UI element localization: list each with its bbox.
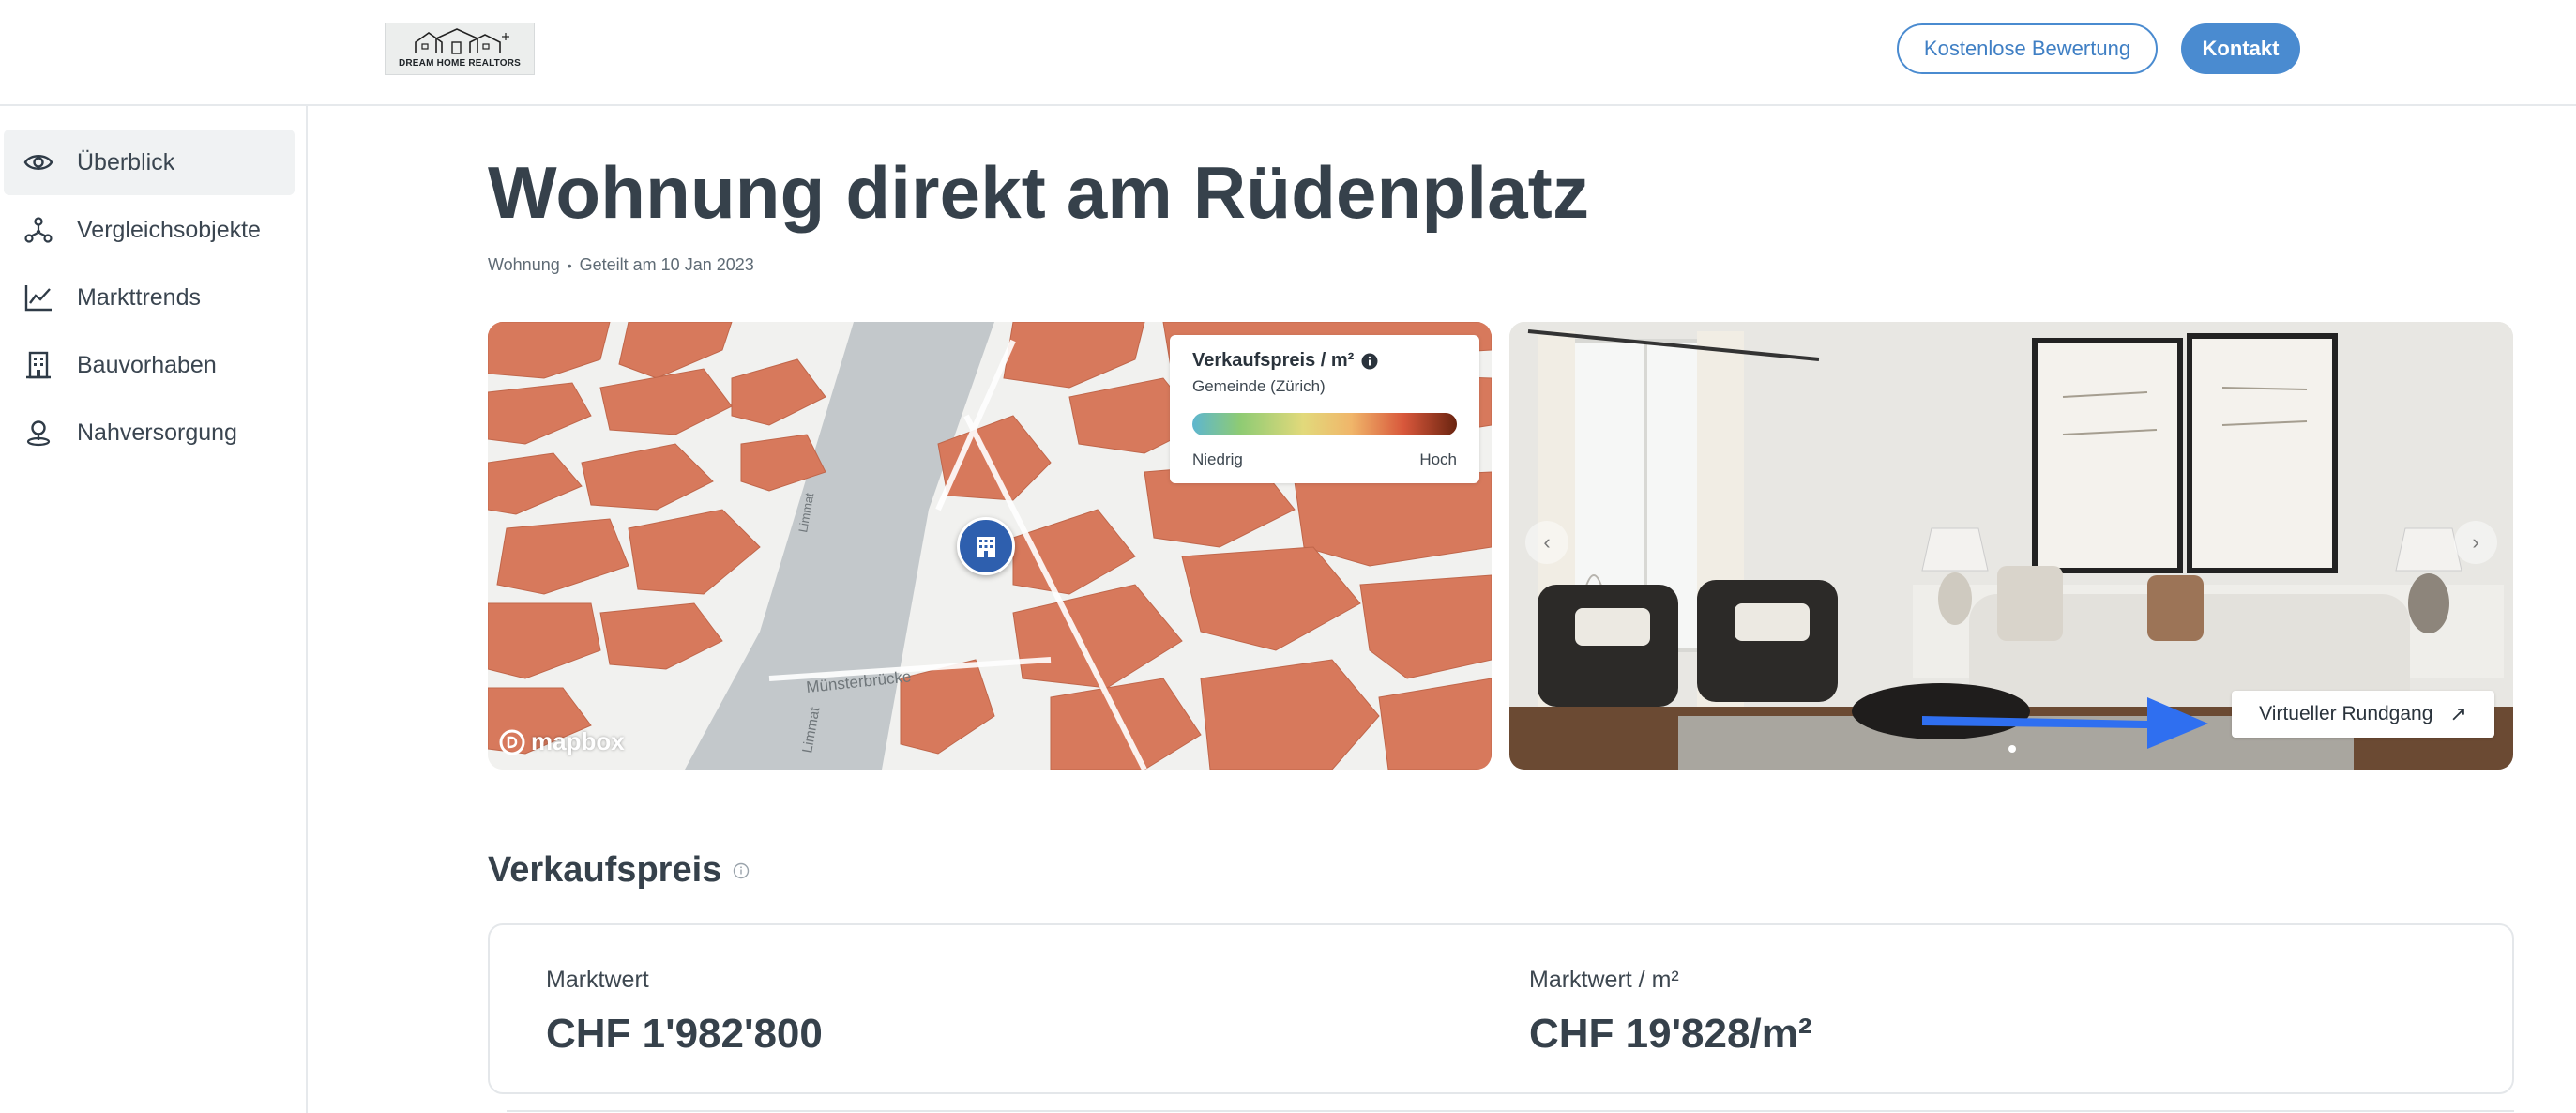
market-value-label: Marktwert [546, 967, 649, 993]
location-person-icon [21, 415, 56, 450]
sidebar-item-label: Vergleichsobjekte [77, 216, 261, 243]
section-title: Verkaufspreis [488, 850, 750, 891]
chevron-left-icon: ‹ [1543, 530, 1551, 554]
logo[interactable]: DREAM HOME REALTORS [385, 23, 535, 75]
divider [507, 1110, 2514, 1112]
photo-gallery[interactable]: ‹ › Virtueller Rundgang ↗ [1509, 322, 2513, 770]
price-card: Marktwert CHF 1'982'800 Marktwert / m² C… [488, 923, 2514, 1094]
property-pin[interactable] [957, 517, 1015, 575]
market-value-amount: CHF 1'982'800 [546, 1011, 823, 1057]
house-logo-icon [415, 28, 509, 54]
market-value: Marktwert CHF 1'982'800 [546, 967, 823, 1058]
legend-high: Hoch [1419, 450, 1457, 468]
top-header: DREAM HOME REALTORS Kostenlose Bewertung… [0, 0, 2576, 106]
attribution-text: mapbox [531, 727, 625, 755]
info-icon[interactable] [733, 862, 750, 879]
sidebar-item-label: Markttrends [77, 283, 201, 311]
chevron-right-icon: › [2472, 530, 2479, 554]
mapbox-attribution[interactable]: mapbox [499, 727, 625, 756]
sidebar-item-comparables[interactable]: Vergleichsobjekte [4, 197, 295, 263]
sidebar: Überblick Vergleichsobjekte Markttrends … [0, 106, 308, 1113]
virtual-tour-label: Virtueller Rundgang [2259, 703, 2433, 724]
market-value-per-sqm: Marktwert / m² CHF 19'828/m² [1529, 967, 1811, 1058]
shared-date: Geteilt am 10 Jan 2023 [579, 255, 754, 274]
sidebar-item-construction[interactable]: Bauvorhaben [4, 332, 295, 398]
prev-image-button[interactable]: ‹ [1525, 521, 1568, 564]
network-icon [21, 212, 56, 248]
market-value-sqm-label: Marktwert / m² [1529, 967, 1679, 993]
virtual-tour-button[interactable]: Virtueller Rundgang ↗ [2232, 691, 2494, 738]
legend-title-text: Verkaufspreis / m² [1192, 350, 1355, 371]
sidebar-item-market-trends[interactable]: Markttrends [4, 265, 295, 330]
price-legend: Verkaufspreis / m² Gemeinde (Zürich) Nie… [1170, 335, 1479, 483]
market-value-sqm-amount: CHF 19'828/m² [1529, 1011, 1812, 1057]
property-meta: Wohnung • Geteilt am 10 Jan 2023 [488, 255, 754, 275]
section-title-text: Verkaufspreis [488, 850, 722, 890]
sidebar-item-label: Überblick [77, 148, 175, 175]
sidebar-item-label: Bauvorhaben [77, 351, 217, 378]
contact-button[interactable]: Kontakt [2181, 23, 2300, 74]
separator-dot: • [567, 257, 572, 273]
info-icon[interactable] [1361, 353, 1378, 370]
eye-icon [21, 145, 56, 180]
external-link-icon: ↗ [2449, 702, 2467, 725]
property-type: Wohnung [488, 255, 560, 274]
price-map[interactable]: Münsterbrücke Limmat Limmat Verkaufsprei… [488, 322, 1492, 770]
mapbox-logo-icon [499, 729, 525, 755]
legend-low: Niedrig [1192, 450, 1243, 468]
legend-gradient [1192, 413, 1457, 435]
sidebar-item-label: Nahversorgung [77, 419, 237, 446]
free-valuation-button[interactable]: Kostenlose Bewertung [1897, 23, 2158, 74]
line-chart-icon [21, 280, 56, 315]
logo-text: DREAM HOME REALTORS [398, 58, 522, 69]
legend-title: Verkaufspreis / m² [1192, 350, 1457, 372]
legend-subtitle: Gemeinde (Zürich) [1192, 377, 1326, 395]
next-image-button[interactable]: › [2454, 521, 2497, 564]
building-icon [977, 537, 995, 557]
sidebar-item-overview[interactable]: Überblick [4, 130, 295, 195]
sidebar-item-local-supply[interactable]: Nahversorgung [4, 400, 295, 465]
carousel-dot-active[interactable] [2008, 745, 2016, 753]
building-icon [21, 347, 56, 383]
page-title: Wohnung direkt am Rüdenplatz [488, 151, 1590, 234]
